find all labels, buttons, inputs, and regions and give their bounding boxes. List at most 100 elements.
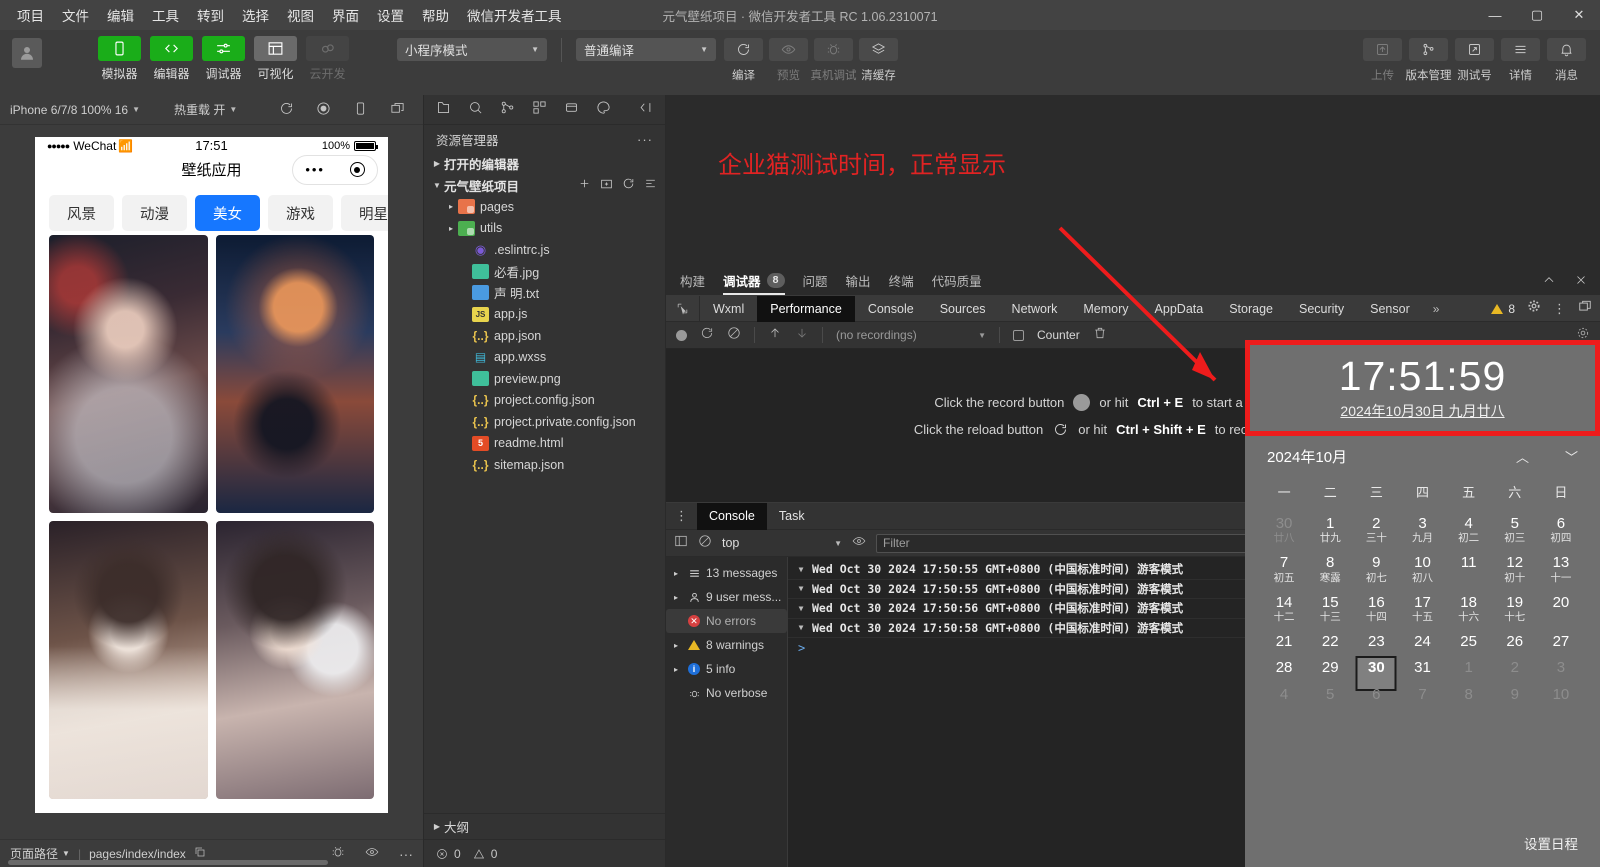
- file-tree-item-11[interactable]: 5readme.html: [424, 433, 665, 455]
- calendar-day-30[interactable]: 30: [1353, 655, 1399, 681]
- debugger-tab-代码质量[interactable]: 代码质量: [932, 271, 982, 295]
- calendar-day-6[interactable]: 6初四: [1538, 511, 1584, 550]
- file-tree-item-9[interactable]: {..}project.config.json: [424, 390, 665, 412]
- right-button-0[interactable]: 上传: [1363, 38, 1402, 83]
- right-button-2[interactable]: 测试号: [1455, 38, 1494, 83]
- menu-item-8[interactable]: 设置: [368, 1, 413, 29]
- set-schedule-link[interactable]: 设置日程: [1524, 833, 1578, 853]
- file-tree-item-1[interactable]: ▸utils: [424, 218, 665, 240]
- console-sidebar-item-0[interactable]: ▸13 messages: [666, 561, 787, 585]
- file-tree-item-4[interactable]: 声 明.txt: [424, 282, 665, 304]
- menu-item-6[interactable]: 视图: [278, 1, 323, 29]
- refresh-icon[interactable]: [279, 101, 294, 119]
- calendar-day-4[interactable]: 4初二: [1446, 511, 1492, 550]
- calendar-day-7[interactable]: 7: [1399, 682, 1445, 708]
- sidebar-toggle-icon[interactable]: [674, 534, 688, 553]
- menu-item-0[interactable]: 项目: [8, 1, 53, 29]
- dock-icon[interactable]: [1578, 299, 1592, 318]
- calendar-day-3[interactable]: 3九月: [1399, 511, 1445, 550]
- counter-checkbox[interactable]: [1013, 330, 1024, 341]
- user-avatar-icon[interactable]: [12, 38, 42, 68]
- calendar-day-19[interactable]: 19十七: [1492, 590, 1538, 629]
- calendar-day-11[interactable]: 11: [1446, 550, 1492, 589]
- calendar-day-18[interactable]: 18十六: [1446, 590, 1492, 629]
- close-button[interactable]: ✕: [1558, 0, 1600, 30]
- more-icon[interactable]: ···: [399, 846, 413, 862]
- calendar-day-3[interactable]: 3: [1538, 655, 1584, 681]
- calendar-day-5[interactable]: 5: [1307, 682, 1353, 708]
- debug-icon[interactable]: [564, 100, 579, 120]
- category-tab-1[interactable]: 动漫: [122, 195, 187, 231]
- toolbar-button-1[interactable]: 编辑器: [150, 36, 193, 82]
- calendar-day-10[interactable]: 10: [1538, 682, 1584, 708]
- right-button-1[interactable]: 版本管理: [1409, 38, 1448, 83]
- calendar-day-13[interactable]: 13十一: [1538, 550, 1584, 589]
- files-icon[interactable]: [436, 100, 451, 120]
- collapse-icon[interactable]: [644, 177, 657, 193]
- calendar-day-26[interactable]: 26: [1492, 629, 1538, 655]
- collapse-icon[interactable]: [638, 100, 653, 120]
- file-tree-item-12[interactable]: {..}sitemap.json: [424, 454, 665, 476]
- toolbar-button-4[interactable]: 云开发: [306, 36, 349, 82]
- debugger-tab-问题[interactable]: 问题: [803, 271, 828, 295]
- action-button-2[interactable]: 真机调试: [814, 38, 853, 83]
- compile-select[interactable]: 普通编译 ▼: [576, 38, 716, 61]
- calendar-day-4[interactable]: 4: [1261, 682, 1307, 708]
- calendar-day-12[interactable]: 12初十: [1492, 550, 1538, 589]
- menu-item-3[interactable]: 工具: [143, 1, 188, 29]
- file-tree-item-7[interactable]: ▤app.wxss: [424, 347, 665, 369]
- console-sidebar-item-3[interactable]: ▸8 warnings: [666, 633, 787, 657]
- recordings-select[interactable]: (no recordings) ▼: [836, 328, 986, 342]
- calendar-day-21[interactable]: 21: [1261, 629, 1307, 655]
- devtools-tab-Network[interactable]: Network: [999, 296, 1071, 322]
- calendar-day-22[interactable]: 22: [1307, 629, 1353, 655]
- drawer-tab-Task[interactable]: Task: [767, 503, 817, 530]
- refresh-icon[interactable]: [622, 177, 635, 193]
- menu-item-5[interactable]: 选择: [233, 1, 278, 29]
- palette-icon[interactable]: [596, 100, 611, 120]
- file-tree-item-6[interactable]: {..}app.json: [424, 325, 665, 347]
- file-tree-item-8[interactable]: preview.png: [424, 368, 665, 390]
- calendar-day-30[interactable]: 30廿八: [1261, 511, 1307, 550]
- console-filter-input[interactable]: Filter: [876, 534, 1296, 553]
- calendar-day-5[interactable]: 5初三: [1492, 511, 1538, 550]
- warning-badge[interactable]: 8: [1491, 302, 1515, 316]
- console-sidebar-item-4[interactable]: ▸i5 info: [666, 657, 787, 681]
- copy-icon[interactable]: [194, 846, 206, 861]
- clock-date[interactable]: 2024年10月30日 九月廿八: [1340, 401, 1504, 421]
- file-tree-item-10[interactable]: {..}project.private.config.json: [424, 411, 665, 433]
- menu-item-9[interactable]: 帮助: [413, 1, 458, 29]
- drawer-tab-Console[interactable]: Console: [697, 503, 767, 530]
- live-expression-icon[interactable]: [852, 534, 866, 553]
- action-button-0[interactable]: 编译: [724, 38, 763, 83]
- debugger-tab-终端[interactable]: 终端: [889, 271, 914, 295]
- calendar-day-27[interactable]: 27: [1538, 629, 1584, 655]
- reload-record-icon[interactable]: [700, 326, 714, 345]
- record-icon[interactable]: [316, 101, 331, 119]
- devtools-tab-Memory[interactable]: Memory: [1070, 296, 1141, 322]
- explorer-section-1[interactable]: ▼元气壁纸项目: [424, 175, 665, 197]
- action-button-3[interactable]: 清缓存: [859, 38, 898, 83]
- devtools-tab-Storage[interactable]: Storage: [1216, 296, 1286, 322]
- calendar-day-23[interactable]: 23: [1353, 629, 1399, 655]
- file-tree-item-5[interactable]: JSapp.js: [424, 304, 665, 326]
- horizontal-scrollbar[interactable]: [8, 860, 328, 865]
- more-icon[interactable]: •••: [305, 162, 325, 177]
- calendar-day-29[interactable]: 29: [1307, 655, 1353, 681]
- category-tab-2[interactable]: 美女: [195, 195, 260, 231]
- calendar-day-16[interactable]: 16十四: [1353, 590, 1399, 629]
- file-tree-item-3[interactable]: 必看.jpg: [424, 261, 665, 283]
- debugger-tab-输出[interactable]: 输出: [846, 271, 871, 295]
- calendar-day-6[interactable]: 6: [1353, 682, 1399, 708]
- calendar-day-1[interactable]: 1: [1446, 655, 1492, 681]
- eye-icon[interactable]: [365, 845, 379, 862]
- action-button-1[interactable]: 预览: [769, 38, 808, 83]
- right-button-4[interactable]: 消息: [1547, 38, 1586, 83]
- devtools-tab-Security[interactable]: Security: [1286, 296, 1357, 322]
- clear-icon[interactable]: [727, 326, 741, 345]
- device-select[interactable]: iPhone 6/7/8 100% 16: [10, 103, 128, 117]
- category-tab-0[interactable]: 风景: [49, 195, 114, 231]
- toolbar-button-2[interactable]: 调试器: [202, 36, 245, 82]
- hot-reload-toggle[interactable]: 热重载 开: [174, 101, 225, 118]
- devtools-tab-Performance[interactable]: Performance: [757, 296, 855, 322]
